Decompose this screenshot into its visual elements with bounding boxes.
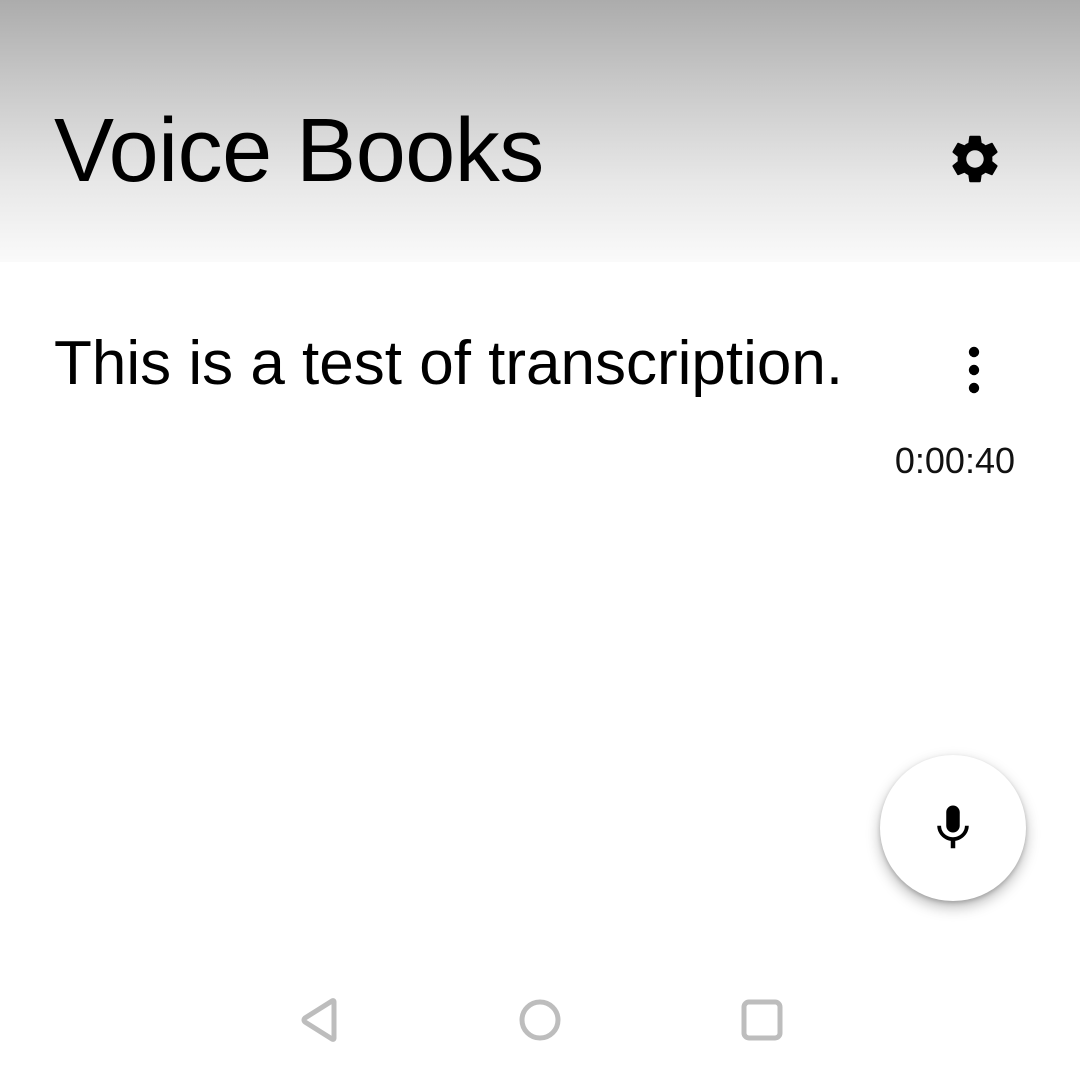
recents-square-icon xyxy=(741,999,783,1041)
more-vert-icon xyxy=(968,346,980,394)
nav-home-button[interactable] xyxy=(508,988,572,1052)
app-title: Voice Books xyxy=(54,101,544,201)
settings-button[interactable] xyxy=(940,124,1010,194)
nav-back-button[interactable] xyxy=(288,988,352,1052)
system-navigation-bar xyxy=(0,960,1080,1080)
home-circle-icon xyxy=(519,999,561,1041)
gear-icon xyxy=(952,135,998,183)
nav-recents-button[interactable] xyxy=(730,988,794,1052)
recording-list-item[interactable]: This is a test of transcription. 0:00:40 xyxy=(0,300,1080,500)
app-header: Voice Books xyxy=(0,0,1080,262)
app-screen: Voice Books This is a test of transcript… xyxy=(0,0,1080,1080)
microphone-icon xyxy=(937,805,969,849)
recording-overflow-menu-button[interactable] xyxy=(946,340,1002,400)
recording-transcription-text: This is a test of transcription. xyxy=(54,329,844,398)
recording-duration: 0:00:40 xyxy=(894,440,1015,481)
back-triangle-icon xyxy=(301,998,337,1042)
record-button[interactable] xyxy=(880,755,1026,901)
